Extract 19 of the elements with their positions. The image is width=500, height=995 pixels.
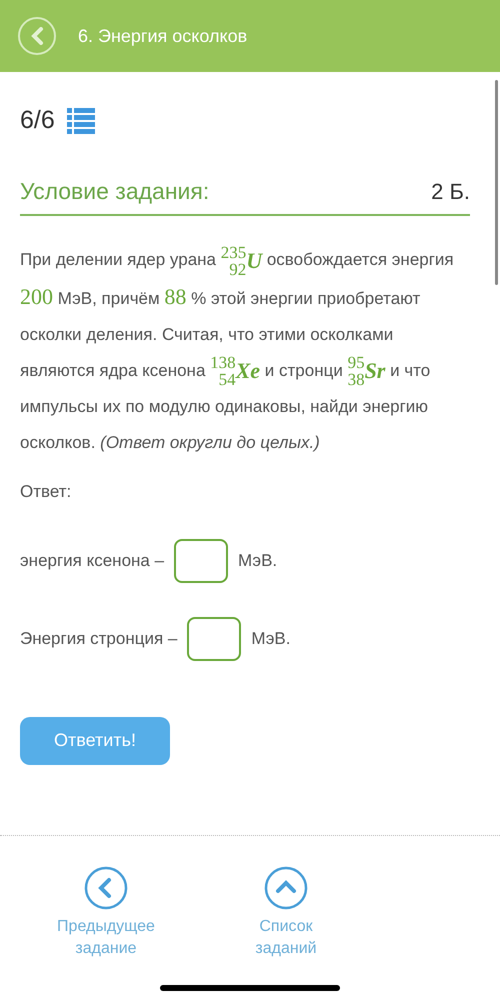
task-counter: 6/6 bbox=[20, 105, 55, 136]
unit-label: МэВ. bbox=[251, 628, 290, 650]
footer-nav-button[interactable]: Список заданий bbox=[216, 866, 356, 960]
list-icon[interactable] bbox=[66, 108, 95, 134]
answer-label: Энергия стронция – bbox=[20, 628, 178, 650]
chevron-left-circle-icon bbox=[84, 866, 128, 910]
submit-button[interactable]: Ответить! bbox=[20, 716, 170, 765]
chevron-up-circle-icon bbox=[264, 866, 308, 910]
answer-field[interactable] bbox=[187, 616, 242, 661]
points: 2 Б. bbox=[431, 178, 470, 206]
answer-label: Ответ: bbox=[20, 481, 72, 504]
unit-label: МэВ. bbox=[238, 550, 278, 572]
section-heading: Условие задания: bbox=[20, 176, 210, 206]
answer-label: энергия ксенона – bbox=[20, 550, 164, 572]
footer-nav-button[interactable]: Предыдущее задание bbox=[36, 866, 176, 960]
answer-field[interactable] bbox=[174, 538, 228, 583]
back-button[interactable] bbox=[18, 17, 56, 55]
page-title: 6. Энергия осколков bbox=[78, 24, 248, 48]
chevron-left-icon bbox=[30, 27, 44, 45]
